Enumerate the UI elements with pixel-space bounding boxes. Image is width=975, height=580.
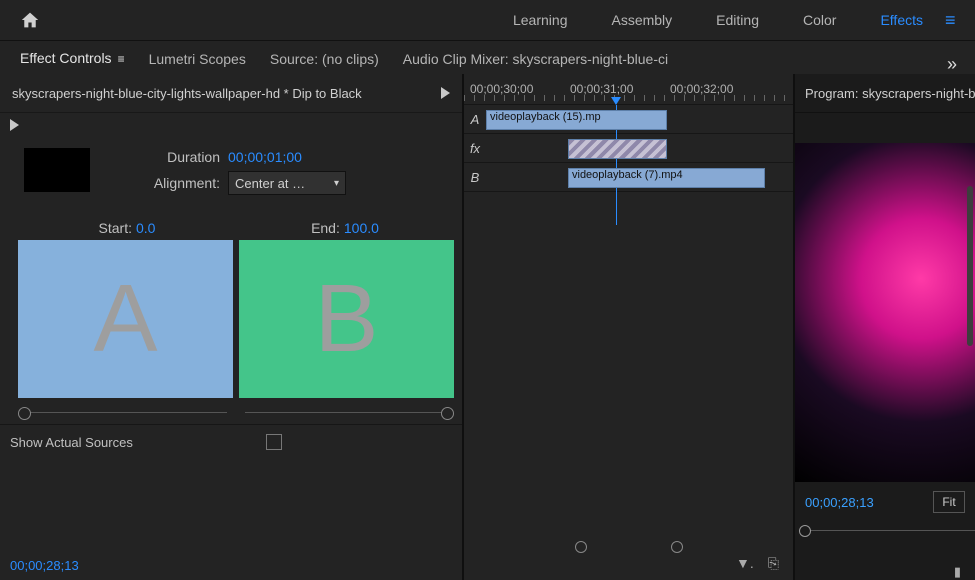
start-value[interactable]: 0.0 — [136, 220, 155, 236]
tab-overflow-button[interactable]: » — [682, 54, 965, 75]
home-icon — [20, 11, 40, 29]
program-panel-title: Program: skyscrapers-night-b — [795, 74, 975, 113]
vertical-scrollbar[interactable] — [967, 186, 973, 346]
program-monitor-view[interactable] — [795, 143, 975, 482]
zoom-fit-dropdown[interactable]: Fit — [933, 491, 965, 513]
current-time-display[interactable]: 00;00;28;13 — [10, 558, 79, 573]
end-slider[interactable] — [239, 406, 454, 420]
duration-label: Duration — [140, 149, 220, 165]
timeline-zoom-scroll[interactable] — [464, 541, 793, 551]
top-menu-bar: Learning Assembly Editing Color Effects … — [0, 0, 975, 41]
tab-lumetri-scopes[interactable]: Lumetri Scopes — [139, 45, 260, 75]
slider-knob-icon[interactable] — [441, 407, 454, 420]
play-transition-button[interactable] — [441, 87, 450, 99]
preview-tile-b: B — [239, 240, 454, 398]
clip-a[interactable]: videoplayback (15).mp — [486, 110, 667, 130]
start-slider[interactable] — [18, 406, 233, 420]
ruler-tick: 00;00;31;00 — [570, 82, 670, 96]
track-label-b: B — [464, 170, 486, 185]
program-scrub-bar[interactable] — [795, 522, 975, 540]
tab-source-monitor[interactable]: Source: (no clips) — [260, 45, 393, 75]
tab-effect-controls[interactable]: Effect Controls ≡ — [10, 44, 139, 76]
program-time-display[interactable]: 00;00;28;13 — [805, 495, 874, 510]
workspace-editing[interactable]: Editing — [694, 12, 781, 28]
show-actual-sources-checkbox[interactable] — [266, 434, 282, 450]
panel-tab-strip: Effect Controls ≡ Lumetri Scopes Source: … — [0, 41, 975, 76]
selected-clip-label: skyscrapers-night-blue-city-lights-wallp… — [12, 86, 362, 101]
zoom-handle-right[interactable] — [671, 541, 683, 553]
alignment-label: Alignment: — [140, 175, 220, 191]
clip-b[interactable]: videoplayback (7).mp4 — [568, 168, 765, 188]
track-label-a: A — [464, 112, 486, 127]
workspace-tabs: Learning Assembly Editing Color Effects … — [491, 0, 975, 40]
marker-icon[interactable]: ▮ — [954, 564, 961, 580]
panel-menu-icon[interactable]: ≡ — [118, 52, 125, 66]
transition-timeline-panel: 00;00;30;00 00;00;31;00 00;00;32;00 A vi… — [464, 74, 795, 580]
alignment-dropdown[interactable]: Center at … ▾ — [228, 171, 346, 195]
workspace-assembly[interactable]: Assembly — [589, 12, 694, 28]
end-label: End: — [311, 220, 340, 236]
chevron-down-icon: ▾ — [334, 178, 339, 189]
start-label: Start: — [99, 220, 132, 236]
ruler-tick: 00;00;32;00 — [670, 82, 770, 96]
program-monitor-panel: Program: skyscrapers-night-b 00;00;28;13… — [795, 74, 975, 580]
alignment-value: Center at … — [235, 176, 305, 191]
workspace-effects[interactable]: Effects — [858, 12, 945, 28]
end-value[interactable]: 100.0 — [344, 220, 379, 236]
zoom-handle-left[interactable] — [575, 541, 587, 553]
transition-preview-thumb — [24, 148, 90, 192]
effect-controls-panel: skyscrapers-night-blue-city-lights-wallp… — [0, 74, 464, 580]
workspace-color[interactable]: Color — [781, 12, 858, 28]
scrub-handle-icon[interactable] — [799, 525, 811, 537]
export-frame-icon[interactable]: ⎘ — [768, 555, 779, 572]
workspace-learning[interactable]: Learning — [491, 12, 590, 28]
tab-audio-clip-mixer[interactable]: Audio Clip Mixer: skyscrapers-night-blue… — [393, 45, 682, 75]
play-button[interactable] — [10, 119, 19, 131]
filter-icon[interactable]: ▼. — [736, 555, 754, 572]
tab-label: Effect Controls — [20, 50, 112, 66]
show-actual-sources-label: Show Actual Sources — [10, 435, 133, 450]
ruler-tick: 00;00;30;00 — [470, 82, 570, 96]
preview-tile-a: A — [18, 240, 233, 398]
track-label-fx: fx — [464, 141, 486, 156]
slider-knob-icon[interactable] — [18, 407, 31, 420]
home-button[interactable] — [0, 11, 60, 29]
transition-clip[interactable] — [568, 139, 667, 159]
time-ruler[interactable]: 00;00;30;00 00;00;31;00 00;00;32;00 — [464, 74, 793, 105]
duration-value[interactable]: 00;00;01;00 — [228, 149, 302, 165]
workspace-overflow-button[interactable]: ≡ — [945, 10, 975, 31]
